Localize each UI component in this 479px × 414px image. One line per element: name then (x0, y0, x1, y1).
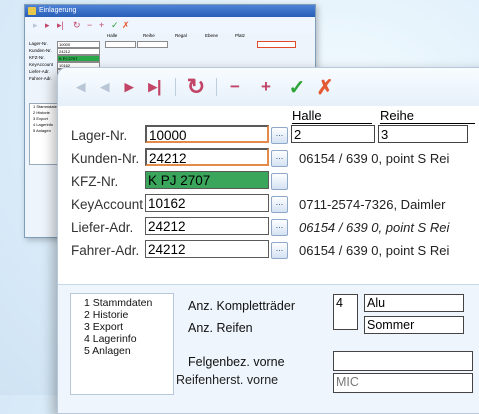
kunden-info-text: 06154 / 639 0, point S Rei (299, 151, 450, 166)
label-anz-reifen: Anz. Reifen (188, 321, 253, 335)
halle-field[interactable]: 2 (291, 125, 375, 143)
next-icon[interactable]: ▸ (45, 19, 50, 31)
bw-field-lagerort[interactable] (257, 41, 296, 48)
add-icon[interactable]: + (256, 76, 276, 98)
save-icon[interactable]: ✓ (286, 76, 308, 99)
refresh-icon[interactable]: ↻ (73, 19, 81, 31)
next-icon[interactable]: ▸ (120, 76, 138, 98)
bw-label-fahrer: Fahrer-Adr. (29, 76, 52, 81)
last-icon[interactable]: ▸| (142, 76, 168, 98)
bw-col-ebene: Ebene (205, 33, 219, 38)
bw-col-reihe: Reihe (143, 33, 155, 38)
nav-item-export[interactable]: 3 Export (71, 321, 173, 333)
label-liefer-adr: Liefer-Adr. (71, 220, 134, 235)
label-keyaccount: KeyAccount (71, 197, 144, 212)
keyaccount-lookup-button[interactable]: ... (271, 196, 288, 213)
bw-field-kunden[interactable]: 24212 (57, 48, 100, 55)
detail-area: 1 Stammdaten 2 Historie 3 Export 4 Lager… (58, 284, 479, 413)
background-window-title: Einlagerung (39, 7, 77, 14)
prev-icon[interactable]: ◂ (96, 76, 114, 98)
cancel-icon[interactable]: ✗ (122, 19, 130, 31)
liefer-adr-lookup-button[interactable]: ... (271, 219, 288, 236)
app-icon (28, 7, 36, 15)
label-kfz-nr: KFZ-Nr. (71, 174, 119, 189)
fahrer-info-text: 06154 / 639 0, point S Rei (299, 243, 450, 258)
bw-label-kunden: Kunden-Nr. (29, 48, 52, 53)
bw-field-kfz[interactable]: K PJ 2707 (57, 55, 100, 62)
label-fahrer-adr: Fahrer-Adr. (71, 243, 140, 258)
nav-item-anlagen[interactable]: 5 Anlagen (71, 345, 173, 357)
main-window: ◂ ◂ ▸ ▸| ↻ − + ✓ ✗ Halle Reihe Lager-Nr.… (57, 67, 479, 414)
column-header-halle: Halle (292, 108, 372, 124)
delete-icon[interactable]: − (87, 19, 92, 31)
keyaccount-field[interactable]: 10162 (145, 194, 269, 212)
bw-label-kfz: KFZ-Nr. (29, 55, 45, 60)
section-nav-list: 1 Stammdaten 2 Historie 3 Export 4 Lager… (70, 293, 174, 395)
lager-nr-field[interactable]: 10000 (145, 125, 269, 143)
bw-field-lager[interactable]: 10000 (57, 41, 100, 48)
refresh-icon[interactable]: ↻ (184, 74, 208, 99)
bw-col-regal: Regal (175, 33, 187, 38)
background-window-titlebar: Einlagerung (25, 5, 315, 17)
toolbar-separator (216, 78, 217, 96)
toolbar: ◂ ◂ ▸ ▸| ↻ − + ✓ ✗ (58, 68, 479, 107)
bw-col-halle: Halle (107, 33, 118, 38)
first-icon[interactable]: ▸ (33, 19, 38, 31)
last-icon[interactable]: ▸| (57, 19, 64, 31)
first-icon[interactable]: ◂ (72, 76, 90, 98)
felgenbez-vorne-field[interactable] (333, 351, 473, 371)
fahrer-adr-lookup-button[interactable]: ... (271, 242, 288, 259)
kfz-nr-lookup-button[interactable] (271, 173, 288, 190)
nav-item-stammdaten[interactable]: 1 Stammdaten (71, 297, 173, 309)
bw-field-reihe[interactable] (137, 41, 168, 48)
fahrer-adr-field[interactable]: 24212 (145, 240, 269, 258)
saison-field[interactable]: Sommer (364, 316, 464, 334)
label-felgenbez-vorne: Felgenbez. vorne (188, 355, 285, 369)
bw-label-keyaccount: KeyAccount (29, 62, 54, 67)
cancel-icon[interactable]: ✗ (314, 76, 336, 99)
reihe-field[interactable]: 3 (378, 125, 468, 143)
keyaccount-info-text: 0711-2574-7326, Daimler (299, 197, 446, 212)
form-area: Halle Reihe Lager-Nr. 10000 ... 2 3 Kund… (58, 106, 479, 284)
toolbar-separator (175, 78, 176, 96)
add-icon[interactable]: + (99, 19, 104, 31)
material-field[interactable]: Alu (364, 294, 464, 312)
save-icon[interactable]: ✓ (111, 19, 119, 31)
bw-label-liefer: Liefer-Adr. (29, 69, 50, 74)
bw-label-lager: Lager-Nr. (29, 41, 48, 46)
lager-nr-lookup-button[interactable]: ... (271, 127, 288, 144)
liefer-info-text: 06154 / 639 0, point S Rei (299, 220, 450, 235)
reifenherst-vorne-field[interactable]: MIC (333, 373, 473, 393)
label-lager-nr: Lager-Nr. (71, 128, 128, 143)
kunden-nr-lookup-button[interactable]: ... (271, 150, 288, 167)
column-header-reihe: Reihe (380, 108, 475, 124)
bw-col-platz: Platz (235, 33, 246, 38)
kunden-nr-field[interactable]: 24212 (145, 148, 269, 166)
background-window-toolbar: ▸ ▸ ▸| ↻ − + ✓ ✗ (25, 17, 315, 34)
anz-kompletteraeder-field[interactable]: 4 (333, 294, 358, 330)
delete-icon[interactable]: − (225, 76, 245, 98)
nav-item-lagerinfo[interactable]: 4 Lagerinfo (71, 333, 173, 345)
liefer-adr-field[interactable]: 24212 (145, 217, 269, 235)
kfz-nr-field[interactable]: K PJ 2707 (145, 171, 269, 189)
label-anz-kompletteraeder: Anz. Kompletträder (188, 299, 295, 313)
bw-field-halle[interactable] (105, 41, 136, 48)
label-kunden-nr: Kunden-Nr. (71, 151, 140, 166)
label-reifenherst-vorne: Reifenherst. vorne (176, 373, 279, 387)
nav-item-historie[interactable]: 2 Historie (71, 309, 173, 321)
